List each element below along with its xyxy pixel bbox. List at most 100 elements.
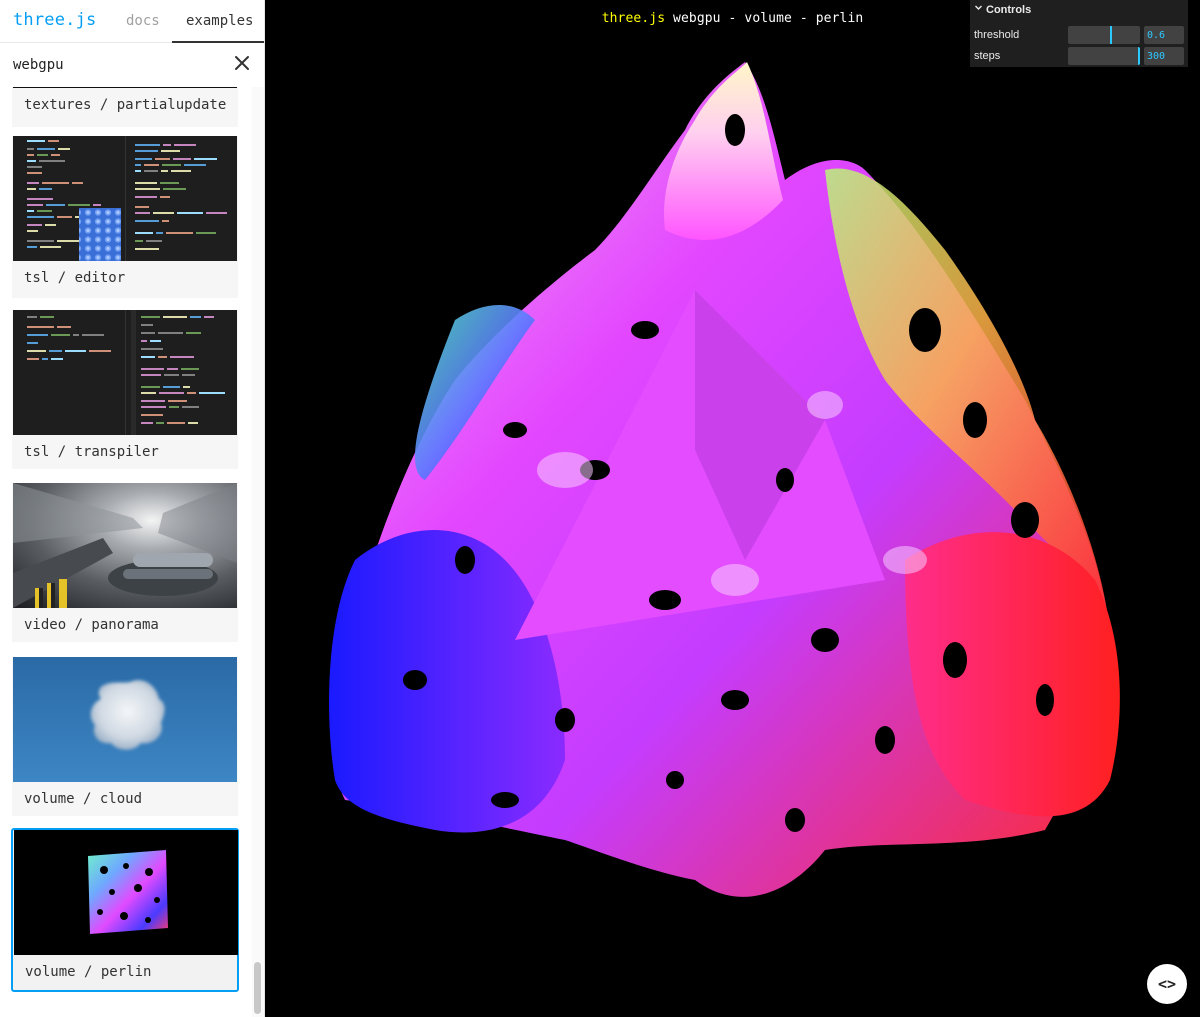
- close-icon[interactable]: [232, 53, 252, 73]
- code-line: [27, 230, 38, 232]
- code-line: [141, 392, 156, 394]
- tab-docs[interactable]: docs: [126, 13, 160, 29]
- code-line: [48, 140, 59, 142]
- code-line: [39, 160, 65, 162]
- threshold-slider[interactable]: [1068, 26, 1140, 44]
- code-line: [46, 204, 65, 206]
- code-line: [182, 406, 199, 408]
- code-line: [167, 368, 178, 370]
- code-line: [204, 316, 214, 318]
- code-line: [163, 316, 187, 318]
- perlin-volume-render: [329, 62, 1120, 897]
- code-line: [135, 170, 141, 172]
- code-line: [135, 248, 159, 250]
- code-line: [169, 406, 179, 408]
- sidebar: three.js docs examples textures / partia…: [0, 0, 265, 1017]
- code-line: [135, 220, 159, 222]
- code-line: [37, 154, 48, 156]
- control-label: steps: [974, 50, 1001, 62]
- code-line: [27, 166, 42, 168]
- example-thumbnail: [13, 136, 237, 261]
- code-line: [42, 358, 48, 360]
- code-line: [206, 212, 227, 214]
- code-line: [163, 386, 180, 388]
- code-line: [141, 332, 155, 334]
- slider-handle[interactable]: [1138, 47, 1140, 65]
- sidebar-scrollbar[interactable]: [252, 87, 264, 1017]
- code-line: [135, 212, 150, 214]
- code-line: [158, 332, 183, 334]
- code-line: [182, 374, 195, 376]
- threshold-value-field[interactable]: [1144, 26, 1184, 44]
- code-line: [186, 332, 201, 334]
- sidebar-header: three.js docs examples: [0, 0, 264, 43]
- code-line: [40, 246, 61, 248]
- code-line: [68, 204, 90, 206]
- code-line: [173, 158, 191, 160]
- chevron-down-icon: [975, 5, 982, 10]
- steps-slider[interactable]: [1068, 47, 1140, 65]
- code-line: [155, 158, 170, 160]
- code-line: [168, 400, 187, 402]
- code-line: [162, 164, 181, 166]
- view-source-button[interactable]: <>: [1147, 964, 1187, 1004]
- code-line: [42, 182, 69, 184]
- code-line: [27, 216, 54, 218]
- code-line: [181, 368, 199, 370]
- controls-panel: Controls threshold steps: [970, 0, 1188, 67]
- code-line: [135, 164, 141, 166]
- search-input[interactable]: [13, 55, 223, 75]
- code-line: [144, 164, 159, 166]
- code-line: [27, 334, 48, 336]
- code-line: [183, 386, 190, 388]
- example-card-video-panorama[interactable]: video / panorama: [12, 483, 238, 642]
- example-thumbnail: [13, 310, 237, 435]
- example-thumbnail: [13, 87, 237, 88]
- example-card-tsl-editor[interactable]: tsl / editor: [12, 136, 238, 298]
- example-card-volume-cloud[interactable]: volume / cloud: [12, 657, 238, 816]
- code-line: [51, 334, 70, 336]
- code-line: [156, 422, 164, 424]
- steps-value-field[interactable]: [1144, 47, 1184, 65]
- code-line: [27, 182, 39, 184]
- example-label: video / panorama: [24, 617, 159, 633]
- code-line: [144, 170, 158, 172]
- code-line: [27, 198, 53, 200]
- code-line: [27, 342, 38, 344]
- code-line: [141, 406, 166, 408]
- render-viewport[interactable]: three.js webgpu - volume - perlin <>: [265, 0, 1200, 1017]
- code-line: [65, 350, 86, 352]
- code-line: [27, 154, 34, 156]
- code-line: [27, 350, 46, 352]
- control-row-threshold: threshold: [970, 24, 1188, 46]
- example-card-textures-partialupdate[interactable]: textures / partialupdate: [12, 87, 238, 127]
- code-line: [27, 316, 37, 318]
- code-line: [57, 326, 71, 328]
- code-line: [141, 340, 147, 342]
- code-line: [57, 240, 81, 242]
- example-label: volume / perlin: [25, 964, 152, 980]
- example-thumbnail: [13, 483, 237, 608]
- code-line: [45, 224, 56, 226]
- code-line: [135, 144, 160, 146]
- example-card-volume-perlin[interactable]: volume / perlin: [11, 828, 239, 992]
- code-line: [199, 392, 225, 394]
- controls-title: Controls: [986, 4, 1032, 16]
- example-label: textures / partialupdate: [24, 97, 227, 113]
- slider-handle[interactable]: [1110, 26, 1112, 44]
- code-line: [146, 240, 162, 242]
- example-card-tsl-transpiler[interactable]: tsl / transpiler: [12, 310, 238, 469]
- code-line: [167, 422, 185, 424]
- code-line: [141, 316, 160, 318]
- code-line: [27, 358, 39, 360]
- code-line: [57, 216, 72, 218]
- controls-title-bar[interactable]: Controls: [970, 0, 1188, 20]
- code-line: [174, 144, 196, 146]
- code-line: [135, 240, 143, 242]
- code-line: [27, 210, 34, 212]
- sidebar-scrollbar-thumb[interactable]: [254, 962, 261, 1014]
- brand-logo[interactable]: three.js: [13, 10, 96, 30]
- tab-examples[interactable]: examples: [186, 13, 253, 29]
- code-line: [141, 414, 163, 416]
- code-line: [27, 240, 54, 242]
